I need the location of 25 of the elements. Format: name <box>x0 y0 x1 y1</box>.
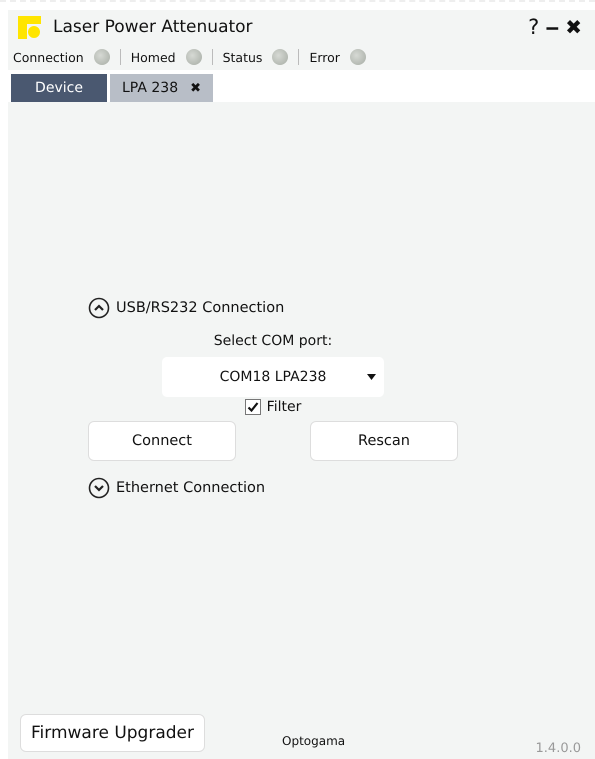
port-label: Select COM port: <box>214 333 332 349</box>
checkmark-icon <box>246 400 260 414</box>
window-title: Laser Power Attenuator <box>53 17 253 37</box>
brand-label: Optogama <box>282 734 346 748</box>
tab[interactable]: LPA 238 ✖ <box>110 74 214 102</box>
logo-icon <box>18 16 41 38</box>
port-dropdown[interactable]: COM18 LPA238 <box>162 357 384 397</box>
indicator-label: Status <box>222 50 262 64</box>
minimize-button[interactable]: ‒ <box>542 15 562 39</box>
collapse-icon[interactable] <box>88 477 110 499</box>
version-label: 1.4.0.0 <box>536 741 581 756</box>
indicator-label: Error <box>309 50 340 64</box>
caret-icon <box>367 374 376 380</box>
close-button[interactable]: ✖ <box>562 15 585 39</box>
section-title[interactable]: USB/RS232 Connection <box>116 300 284 316</box>
collapse-icon[interactable] <box>88 297 110 319</box>
section-title[interactable]: Ethernet Connection <box>116 480 266 496</box>
firmware-upgrader-button[interactable]: Firmware Upgrader <box>20 714 205 752</box>
tab[interactable]: Device <box>11 74 107 102</box>
help-button[interactable]: ? <box>525 15 542 39</box>
indicator-label: Homed <box>130 50 176 64</box>
action-button[interactable]: Connect <box>88 421 236 461</box>
action-button[interactable]: Rescan <box>310 421 458 461</box>
filter-checkbox[interactable]: Filter <box>244 399 302 415</box>
indicator-label: Connection <box>13 50 84 64</box>
